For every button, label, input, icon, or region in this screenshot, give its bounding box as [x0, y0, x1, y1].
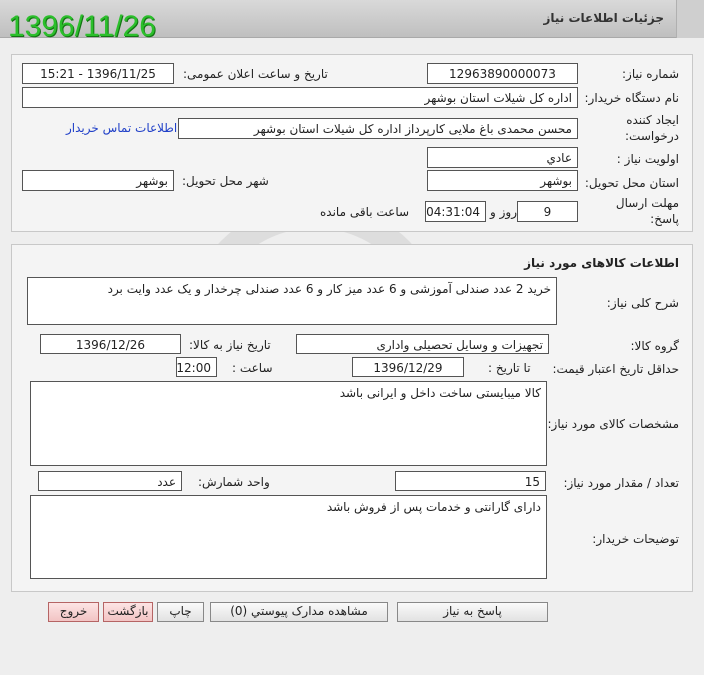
days-label: روز و: [490, 205, 517, 219]
buyer-label: نام دستگاه خریدار:: [584, 91, 680, 105]
need-number-label: شماره نیاز:: [622, 67, 679, 81]
province-field: بوشهر: [427, 170, 578, 191]
goods-group-field: تجهیزات و وسایل تحصیلی واداری: [296, 334, 549, 354]
reply-button[interactable]: پاسخ به نیاز: [397, 602, 548, 622]
view-attachments-button[interactable]: مشاهده مدارک پیوستي (0): [210, 602, 388, 622]
need-date-field: 1396/12/26: [40, 334, 181, 354]
days-remaining-field: 9: [517, 201, 578, 222]
remaining-label: ساعت باقی مانده: [320, 205, 410, 219]
buyer-notes-textarea: دارای گارانتی و خدمات پس از فروش باشد: [30, 495, 547, 579]
province-label: استان محل تحویل:: [584, 176, 679, 190]
buyer-contact-link[interactable]: اطلاعات تماس خریدار: [66, 121, 177, 135]
validity-hour-field: 12:00: [176, 357, 217, 377]
summary-textarea: خرید 2 عدد صندلی آموزشی و 6 عدد میز کار …: [27, 277, 557, 325]
priority-field: عادي: [427, 147, 578, 168]
time-remaining-field: 04:31:04: [425, 201, 486, 222]
creator-field: محسن محمدی باغ ملایی کارپرداز اداره کل ش…: [178, 118, 578, 139]
need-number-field: 12963890000073: [427, 63, 578, 84]
price-validity-label: حداقل تاریخ اعتبار قیمت:: [552, 362, 679, 376]
creator-label-line2: درخواست:: [625, 129, 679, 143]
goods-section-title: اطلاعات کالاهای مورد نیاز: [524, 256, 679, 270]
exit-button[interactable]: خروج: [48, 602, 99, 622]
announce-datetime-field: 1396/11/25 - 15:21: [22, 63, 174, 84]
until-date-field: 1396/12/29: [352, 357, 464, 377]
city-field: بوشهر: [22, 170, 174, 191]
page-title: جزئیات اطلاعات نیاز: [543, 11, 664, 25]
city-label: شهر محل تحویل:: [182, 174, 269, 188]
unit-label: واحد شمارش:: [198, 475, 270, 489]
priority-label: اولویت نیاز :: [616, 152, 679, 166]
deadline-label-line2: پاسخ:: [650, 212, 679, 226]
unit-field: عدد: [38, 471, 182, 491]
back-button[interactable]: بازگشت: [103, 602, 153, 622]
creator-label-line1: ایجاد کننده: [626, 113, 679, 127]
deadline-label-line1: مهلت ارسال: [615, 196, 679, 210]
validity-hour-label: ساعت :: [232, 361, 273, 375]
goods-group-label: گروه کالا:: [630, 339, 680, 353]
print-button[interactable]: چاپ: [157, 602, 204, 622]
header-corner: [676, 0, 704, 38]
announce-datetime-label: تاریخ و ساعت اعلان عمومی:: [183, 67, 328, 81]
specs-textarea: کالا میبایستی ساخت داخل و ایرانی باشد: [30, 381, 547, 466]
until-date-label: تا تاریخ :: [488, 361, 531, 375]
specs-label: مشخصات کالای مورد نیاز:: [547, 417, 679, 431]
summary-label: شرح کلی نیاز:: [606, 296, 679, 310]
date-stamp: 1396/11/26: [8, 10, 156, 43]
need-date-label: تاریخ نیاز به کالا:: [189, 338, 271, 352]
quantity-label: تعداد / مقدار مورد نیاز:: [563, 476, 679, 490]
quantity-field: 15: [395, 471, 546, 491]
buyer-field: اداره کل شیلات استان بوشهر: [22, 87, 578, 108]
buyer-notes-label: توضیحات خریدار:: [592, 532, 679, 546]
